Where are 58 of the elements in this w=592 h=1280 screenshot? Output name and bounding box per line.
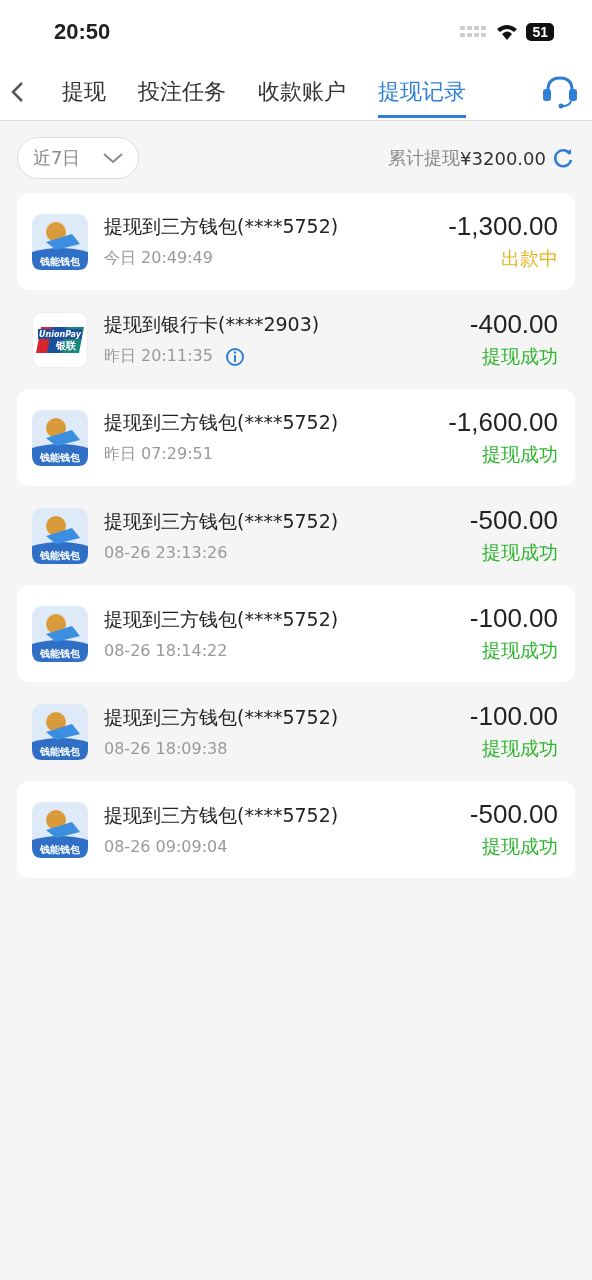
tab[interactable]: 投注任务 <box>122 64 242 120</box>
info-icon[interactable] <box>224 346 245 367</box>
range-dropdown[interactable]: 近7日 <box>17 137 140 179</box>
record-status: 提现成功 <box>482 540 558 565</box>
back-icon[interactable] <box>10 81 24 103</box>
tab[interactable]: 收款账户 <box>242 64 362 120</box>
record-card[interactable]: 钱能钱包 提现到三方钱包(****5752) 08-26 09:09:04 -500.00 提现成功 <box>17 781 575 878</box>
wallet-logo-icon: 钱能钱包 <box>32 507 88 564</box>
wallet-logo-icon: 钱能钱包 <box>32 409 88 466</box>
record-card[interactable]: 钱能钱包 提现到三方钱包(****5752) 昨日 07:29:51 -1,600.00 提现成功 <box>17 389 575 486</box>
tab[interactable]: 提现 <box>46 64 122 120</box>
record-amount: -100.00 <box>469 701 558 732</box>
record-amount: -1,600.00 <box>448 407 558 438</box>
headset-icon[interactable] <box>540 74 580 110</box>
wallet-logo-icon: 钱能钱包 <box>32 801 88 858</box>
record-title: 提现到银行卡(****2903) <box>104 312 321 337</box>
bank-card-logo-icon: UnionPay 银联 <box>32 311 88 368</box>
record-time: 今日 20:49:49 <box>104 248 213 269</box>
record-card[interactable]: 钱能钱包 提现到三方钱包(****5752) 08-26 18:14:22 -100.00 提现成功 <box>17 585 575 682</box>
record-row[interactable]: 钱能钱包 提现到三方钱包(****5752) 08-26 18:09:38 -100.00 提现成功 <box>17 683 575 780</box>
clock: 20:50 <box>54 19 111 45</box>
record-row[interactable]: 钱能钱包 提现到三方钱包(****5752) 08-26 23:13:26 -500.00 提现成功 <box>17 487 575 584</box>
record-title: 提现到三方钱包(****5752) <box>104 705 340 730</box>
record-time: 昨日 07:29:51 <box>104 444 213 465</box>
record-row[interactable]: UnionPay 银联 提现到银行卡(****2903) 昨日 20:11:35 -400.00 提现成功 <box>17 291 575 388</box>
battery-level: 51 <box>526 23 554 41</box>
record-time: 08-26 18:09:38 <box>104 739 228 758</box>
record-status: 提现成功 <box>482 344 558 369</box>
record-status: 提现成功 <box>482 736 558 761</box>
record-time: 08-26 23:13:26 <box>104 543 228 562</box>
wifi-icon <box>496 24 519 40</box>
record-title: 提现到三方钱包(****5752) <box>104 607 340 632</box>
record-status: 提现成功 <box>482 834 558 859</box>
record-time: 昨日 20:11:35 <box>104 346 213 367</box>
tab[interactable]: 提现记录 <box>362 64 482 120</box>
record-amount: -500.00 <box>469 505 558 536</box>
record-status: 提现成功 <box>482 638 558 663</box>
wallet-logo-icon: 钱能钱包 <box>32 605 88 662</box>
wallet-logo-icon: 钱能钱包 <box>32 703 88 760</box>
record-amount: -100.00 <box>469 603 558 634</box>
record-status: 出款中 <box>501 246 558 271</box>
total-label: 累计提现 <box>388 146 461 170</box>
record-status: 提现成功 <box>482 442 558 467</box>
wallet-logo-icon: 钱能钱包 <box>32 213 88 270</box>
refresh-icon[interactable] <box>552 147 574 169</box>
chevron-down-icon <box>102 152 125 164</box>
total-amount: ¥3200.00 <box>460 147 546 169</box>
record-amount: -1,300.00 <box>448 211 558 242</box>
record-time: 08-26 18:14:22 <box>104 641 228 660</box>
record-title: 提现到三方钱包(****5752) <box>104 509 340 534</box>
record-time: 08-26 09:09:04 <box>104 837 228 856</box>
record-title: 提现到三方钱包(****5752) <box>104 410 340 435</box>
record-amount: -500.00 <box>469 799 558 830</box>
record-card[interactable]: 钱能钱包 提现到三方钱包(****5752) 今日 20:49:49 -1,300.00 出款中 <box>17 193 575 290</box>
record-amount: -400.00 <box>469 309 558 340</box>
record-title: 提现到三方钱包(****5752) <box>104 803 340 828</box>
record-title: 提现到三方钱包(****5752) <box>104 214 340 239</box>
signal-icon <box>460 26 489 38</box>
